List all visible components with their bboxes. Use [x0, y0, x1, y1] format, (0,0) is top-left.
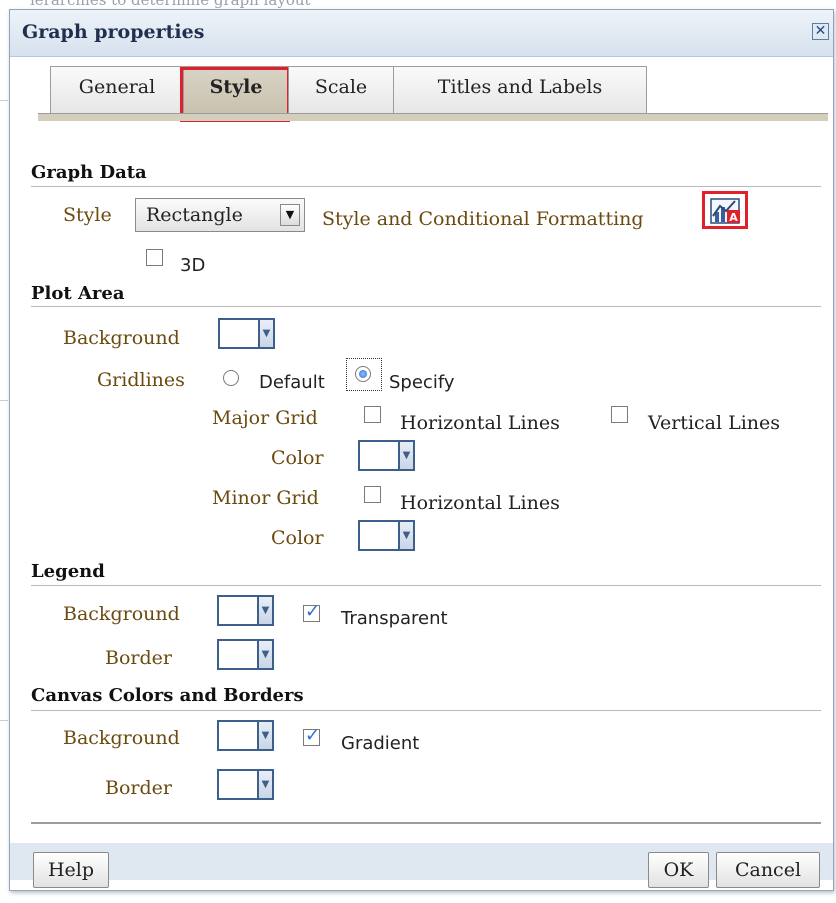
footer-divider — [31, 822, 821, 824]
plot-background-label: Background — [63, 327, 180, 349]
tab-scale-label: Scale — [314, 76, 368, 98]
section-graph-data: Graph Data — [31, 162, 147, 183]
legend-border-color-picker[interactable]: ▼ — [217, 639, 275, 670]
gridlines-label: Gridlines — [97, 369, 185, 391]
conditional-formatting-label: Style and Conditional Formatting — [322, 208, 644, 230]
tab-titles-labels-label: Titles and Labels — [437, 76, 603, 98]
close-icon[interactable]: ✕ — [812, 23, 829, 40]
dialog-footer — [10, 843, 833, 880]
minor-grid-label: Minor Grid — [212, 487, 319, 509]
section-divider — [31, 306, 821, 307]
gridlines-default-radio[interactable] — [223, 370, 239, 386]
section-legend: Legend — [31, 561, 105, 582]
gridlines-default-label: Default — [259, 372, 325, 393]
gradient-label: Gradient — [341, 733, 420, 754]
major-color-label: Color — [271, 447, 324, 469]
legend-background-color-picker[interactable]: ▼ — [217, 595, 275, 626]
svg-text:A: A — [729, 211, 738, 224]
3d-label: 3D — [180, 255, 206, 276]
gridlines-specify-radio[interactable] — [355, 366, 371, 382]
plot-background-color-picker[interactable]: ▼ — [218, 318, 276, 349]
section-plot-area: Plot Area — [31, 283, 125, 304]
tab-scale[interactable]: Scale — [288, 66, 394, 114]
canvas-background-color-picker[interactable]: ▼ — [217, 720, 275, 751]
tab-general-label: General — [78, 76, 156, 98]
ok-button[interactable]: OK — [648, 852, 709, 888]
section-divider — [31, 186, 821, 187]
cancel-button[interactable]: Cancel — [716, 852, 820, 888]
canvas-background-label: Background — [63, 727, 180, 749]
major-vertical-label: Vertical Lines — [648, 412, 781, 434]
section-canvas: Canvas Colors and Borders — [31, 685, 304, 706]
major-vertical-checkbox[interactable] — [611, 406, 628, 423]
chevron-down-icon: ▼ — [280, 204, 300, 226]
major-horizontal-checkbox[interactable] — [364, 406, 381, 423]
tab-titles-and-labels[interactable]: Titles and Labels — [393, 66, 647, 114]
section-divider — [31, 710, 821, 711]
canvas-border-label: Border — [105, 777, 172, 799]
minor-horizontal-checkbox[interactable] — [364, 486, 381, 503]
major-grid-color-picker[interactable]: ▼ — [358, 440, 416, 471]
background-partial-text: ierarchies to determine graph layout — [30, 0, 311, 9]
tab-general[interactable]: General — [50, 66, 184, 114]
background-edge — [0, 400, 8, 401]
graph-properties-dialog: Graph properties ✕ — [9, 9, 834, 891]
chart-format-icon[interactable]: A — [702, 191, 748, 229]
background-edge — [0, 720, 8, 721]
dialog-title: Graph properties — [22, 21, 205, 43]
transparent-label: Transparent — [341, 608, 448, 629]
help-button[interactable]: Help — [33, 852, 109, 888]
style-select[interactable]: Rectangle ▼ — [135, 198, 305, 232]
transparent-checkbox[interactable] — [303, 601, 320, 622]
dialog-titlebar: Graph properties ✕ — [10, 10, 833, 57]
gradient-checkbox[interactable] — [303, 725, 320, 746]
major-horizontal-label: Horizontal Lines — [400, 412, 560, 434]
major-grid-label: Major Grid — [212, 407, 318, 429]
tab-strip-underline — [38, 113, 828, 121]
legend-background-label: Background — [63, 603, 180, 625]
gridlines-specify-label: Specify — [389, 372, 455, 393]
legend-border-label: Border — [105, 647, 172, 669]
style-label: Style — [63, 204, 112, 226]
style-select-value: Rectangle — [146, 204, 243, 226]
background-edge — [0, 100, 8, 101]
3d-checkbox[interactable] — [146, 249, 163, 266]
minor-color-label: Color — [271, 527, 324, 549]
minor-horizontal-label: Horizontal Lines — [400, 492, 560, 514]
minor-grid-color-picker[interactable]: ▼ — [358, 520, 416, 551]
canvas-border-color-picker[interactable]: ▼ — [217, 769, 275, 800]
section-divider — [31, 585, 821, 586]
